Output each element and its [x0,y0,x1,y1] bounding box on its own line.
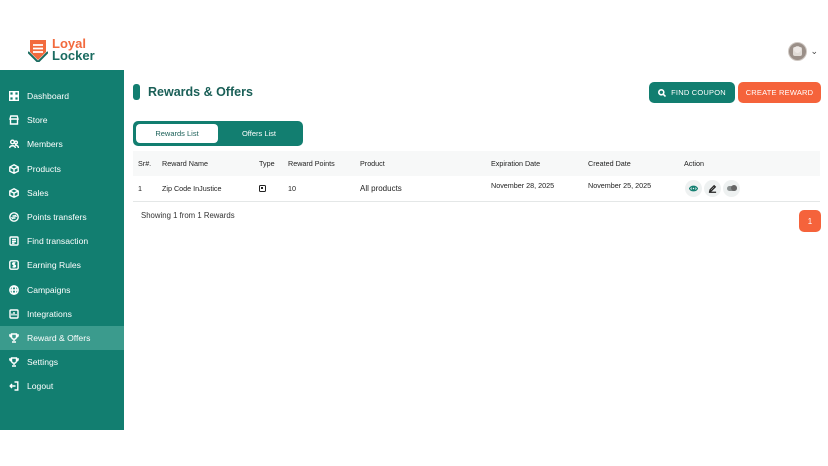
rewards-table: Sr#. Reward Name Type Reward Points Prod… [133,151,820,202]
edit-button[interactable] [704,180,721,197]
box-icon [8,163,20,175]
sidebar-item-earning-rules[interactable]: Earning Rules [0,253,124,277]
brand-logo[interactable]: Loyal Locker [28,37,95,63]
page-title: Rewards & Offers [148,85,253,99]
transfer-icon [8,211,20,223]
cell-expiration-date: November 28, 2025 [491,181,555,190]
column-header-type: Type [259,159,275,168]
type-icon [259,185,266,194]
search-icon [658,88,667,97]
find-coupon-button[interactable]: FIND COUPON [649,82,735,103]
sidebar-item-store[interactable]: Store [0,108,124,132]
cell-reward-name: Zip Code InJustice [162,184,222,193]
results-summary: Showing 1 from 1 Rewards [141,211,235,220]
row-actions [685,180,740,197]
sidebar-item-points-transfers[interactable]: Points transfers [0,205,124,229]
cell-sr: 1 [138,184,142,193]
sidebar-item-label: Settings [27,357,59,368]
brand-line-2: Locker [52,48,95,63]
sidebar-item-label: Members [27,139,63,150]
tab-offers-list[interactable]: Offers List [218,124,300,143]
sidebar-item-label: Reward & Offers [27,332,91,343]
users-icon [8,138,20,150]
logout-icon [8,380,20,392]
grid-icon [8,90,20,102]
table-row: 1 Zip Code InJustice 10 All products Nov… [133,176,820,202]
cell-product: All products [360,184,402,193]
cell-reward-points: 10 [288,184,296,193]
sidebar-item-label: Logout [27,381,54,392]
view-button[interactable] [685,180,702,197]
cell-created-date: November 25, 2025 [588,181,652,190]
sidebar-item-integrations[interactable]: Integrations [0,302,124,326]
sidebar-item-settings[interactable]: Settings [0,350,124,374]
sidebar-item-label: Sales [27,187,49,198]
sidebar-item-label: Integrations [27,308,72,319]
sidebar: Dashboard Store Members Products Sales P… [0,70,124,430]
globe-icon [8,284,20,296]
column-header-created-date: Created Date [588,159,631,168]
toggle-switch-icon [726,185,737,191]
box-icon [8,187,20,199]
user-menu[interactable]: ⌄ [788,42,818,61]
locker-logo-icon [28,40,48,62]
table-header: Sr#. Reward Name Type Reward Points Prod… [133,151,820,176]
column-header-action: Action [684,159,704,168]
create-reward-button[interactable]: CREATE REWARD [738,82,821,103]
sidebar-item-label: Products [27,163,61,174]
find-coupon-label: FIND COUPON [671,88,726,97]
eye-icon [689,185,698,192]
plug-icon [8,308,20,320]
sidebar-item-find-transaction[interactable]: Find transaction [0,229,124,253]
sidebar-item-label: Find transaction [27,236,89,247]
sidebar-item-label: Campaigns [27,284,71,295]
avatar[interactable] [788,42,808,61]
edit-icon [708,184,717,193]
title-accent-bar [133,84,140,100]
trophy-icon [8,356,20,368]
sidebar-item-dashboard[interactable]: Dashboard [0,84,124,108]
sidebar-item-label: Points transfers [27,212,87,223]
column-header-reward-name: Reward Name [162,159,208,168]
store-icon [8,114,20,126]
column-header-product: Product [360,159,385,168]
dollar-icon [8,259,20,271]
receipt-icon [8,235,20,247]
brand-name: Loyal Locker [52,37,95,63]
column-header-sr: Sr#. [138,159,152,168]
pagination-page-1[interactable]: 1 [799,210,821,232]
sidebar-item-products[interactable]: Products [0,157,124,181]
sidebar-item-sales[interactable]: Sales [0,181,124,205]
sidebar-item-label: Store [27,115,48,126]
sidebar-item-members[interactable]: Members [0,132,124,156]
tab-rewards-list[interactable]: Rewards List [136,124,218,143]
status-toggle[interactable] [723,180,740,197]
page-background [0,430,828,466]
chevron-down-icon[interactable]: ⌄ [810,46,818,57]
sidebar-item-reward-offers[interactable]: Reward & Offers [0,325,124,351]
sidebar-item-campaigns[interactable]: Campaigns [0,278,124,302]
page-header: Rewards & Offers [133,84,253,100]
create-reward-label: CREATE REWARD [745,88,814,97]
list-tabs: Rewards List Offers List [133,121,303,146]
app-window: Loyal Locker ⌄ Dashboard Store Members P… [0,0,828,430]
trophy-icon [8,332,20,344]
sidebar-item-logout[interactable]: Logout [0,374,124,398]
top-bar: Loyal Locker ⌄ [0,0,828,70]
column-header-reward-points: Reward Points [288,159,335,168]
sidebar-item-label: Dashboard [27,91,70,102]
sidebar-item-label: Earning Rules [27,260,81,271]
column-header-expiration-date: Expiration Date [491,159,541,168]
